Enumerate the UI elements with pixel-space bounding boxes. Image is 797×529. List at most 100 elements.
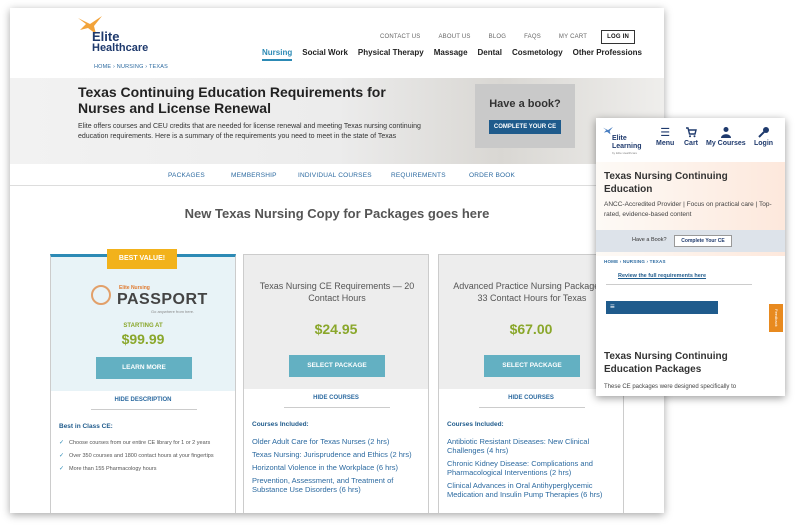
- hide-courses-toggle[interactable]: HIDE COURSES: [244, 395, 428, 401]
- course-link[interactable]: Horizontal Violence in the Workplace (6 …: [252, 463, 424, 472]
- have-a-book-box: Have a book? COMPLETE YOUR CE: [475, 84, 575, 148]
- package-title: Advanced Practice Nursing Package — 33 C…: [453, 281, 611, 303]
- have-a-book-text: Have a Book?: [632, 237, 667, 243]
- mobile-menu-button[interactable]: ☰ Menu: [656, 126, 674, 147]
- mobile-my-courses-button[interactable]: My Courses: [706, 126, 746, 147]
- header: Elite Healthcare CONTACT US ABOUT US BLO…: [10, 8, 664, 78]
- have-a-book-text: Have a book?: [489, 98, 561, 110]
- menu-icon: ☰: [660, 127, 671, 139]
- mobile-book-bar: Have a Book? Complete Your CE: [596, 230, 785, 252]
- breadcrumb[interactable]: HOME › NURSING › TEXAS: [94, 64, 168, 70]
- mobile-header: Elite Learning by Elite Healthcare ☰ Men…: [596, 118, 785, 162]
- divider: [284, 407, 390, 408]
- utility-nav: CONTACT US ABOUT US BLOG FAQS MY CART LO…: [362, 30, 635, 44]
- subnav-packages[interactable]: PACKAGES: [168, 172, 205, 179]
- hamburger-icon: ≡: [610, 302, 615, 311]
- passport-price: $99.99: [121, 331, 165, 347]
- logo-line-2: Healthcare: [92, 42, 149, 54]
- mobile-login-button[interactable]: Login: [754, 126, 773, 147]
- page-title: Texas Continuing Education Requirements …: [78, 84, 386, 116]
- divider: [91, 409, 197, 410]
- subnav-order-book[interactable]: ORDER BOOK: [469, 172, 515, 179]
- logo-line-3: by Elite Healthcare: [612, 151, 638, 155]
- hide-description-toggle[interactable]: HIDE DESCRIPTION: [51, 397, 235, 403]
- mobile-page-title: Texas Nursing Continuing Education: [604, 171, 728, 195]
- section-nav: PACKAGES MEMBERSHIP INDIVIDUAL COURSES R…: [10, 164, 664, 186]
- subnav-membership[interactable]: MEMBERSHIP: [231, 172, 277, 179]
- nav-cosmetology[interactable]: Cosmetology: [512, 48, 563, 61]
- section-menu-toggle[interactable]: ≡: [606, 301, 718, 314]
- elite-healthcare-logo[interactable]: Elite Healthcare: [76, 14, 166, 58]
- courses-included-heading: Courses Included:: [447, 421, 504, 428]
- course-link[interactable]: Prevention, Assessment, and Treatment of…: [252, 476, 424, 494]
- util-blog[interactable]: BLOG: [489, 34, 506, 40]
- passport-card: Elite Nursing PASSPORT Go anywhere from …: [50, 254, 236, 513]
- login-label: Login: [754, 140, 774, 147]
- nav-massage[interactable]: Massage: [434, 48, 468, 61]
- menu-label: Menu: [656, 140, 675, 147]
- divider: [479, 407, 585, 408]
- mobile-breadcrumb[interactable]: HOME › NURSING › TEXAS: [604, 259, 666, 264]
- course-list: Antibiotic Resistant Diseases: New Clini…: [447, 437, 619, 503]
- divider: [606, 284, 752, 285]
- feature-item: More than 155 Pharmacology hours: [59, 465, 231, 474]
- cart-label: Cart: [684, 140, 699, 147]
- subnav-requirements[interactable]: REQUIREMENTS: [391, 172, 446, 179]
- key-icon: [754, 126, 773, 140]
- passport-features: Choose courses from our entire CE librar…: [59, 439, 231, 478]
- nav-nursing[interactable]: Nursing: [262, 48, 293, 61]
- course-list: Older Adult Care for Texas Nurses (2 hrs…: [252, 437, 424, 498]
- mobile-subtitle: ANCC-Accredited Provider | Focus on prac…: [604, 201, 772, 218]
- packages-heading: New Texas Nursing Copy for Packages goes…: [184, 206, 490, 221]
- subnav-individual-courses[interactable]: INDIVIDUAL COURSES: [298, 172, 372, 179]
- complete-your-ce-button[interactable]: Complete Your CE: [674, 235, 732, 247]
- util-faqs[interactable]: FAQS: [524, 34, 541, 40]
- best-value-ribbon: BEST VALUE!: [107, 249, 177, 269]
- passport-brand-big: PASSPORT: [117, 291, 208, 308]
- logo-line-1: Elite: [612, 135, 627, 142]
- select-package-button[interactable]: SELECT PACKAGE: [484, 355, 580, 377]
- my-courses-label: My Courses: [706, 140, 746, 147]
- course-link[interactable]: Older Adult Care for Texas Nurses (2 hrs…: [252, 437, 424, 446]
- review-requirements-link[interactable]: Review the full requirements here: [618, 273, 706, 279]
- nav-social-work[interactable]: Social Work: [302, 48, 348, 61]
- login-button[interactable]: LOG IN: [601, 30, 635, 44]
- feedback-tab[interactable]: Feedback: [769, 304, 783, 332]
- packages-heading: Texas Nursing Continuing Education Packa…: [604, 351, 728, 375]
- nav-other-professions[interactable]: Other Professions: [573, 48, 642, 61]
- package-price: $24.95: [314, 321, 358, 337]
- packages-intro: These CE packages were designed specific…: [604, 384, 737, 390]
- texas-ce-package-card: Texas Nursing CE Requirements — 20 Conta…: [243, 254, 429, 513]
- main-nav: Nursing Social Work Physical Therapy Mas…: [252, 48, 642, 61]
- logo-line-2: Learning: [612, 143, 642, 150]
- courses-included-heading: Courses Included:: [252, 421, 309, 428]
- mobile-hero: Texas Nursing Continuing Education ANCC-…: [596, 162, 785, 256]
- util-about-us[interactable]: ABOUT US: [438, 34, 470, 40]
- best-in-class-heading: Best in Class CE:: [59, 423, 113, 430]
- passport-emblem-icon: [91, 285, 111, 305]
- starting-at-label: STARTING AT: [123, 323, 163, 329]
- user-icon: [706, 126, 746, 140]
- hero-banner: Texas Continuing Education Requirements …: [10, 78, 664, 164]
- feature-item: Choose courses from our entire CE librar…: [59, 439, 231, 448]
- cart-icon: [684, 126, 698, 140]
- nav-physical-therapy[interactable]: Physical Therapy: [358, 48, 424, 61]
- util-contact-us[interactable]: CONTACT US: [380, 34, 420, 40]
- feature-item: Over 350 courses and 1800 contact hours …: [59, 452, 231, 461]
- mobile-cart-button[interactable]: Cart: [684, 126, 698, 147]
- select-package-button[interactable]: SELECT PACKAGE: [289, 355, 385, 377]
- course-link[interactable]: Texas Nursing: Jurisprudence and Ethics …: [252, 450, 424, 459]
- course-link[interactable]: Chronic Kidney Disease: Complications an…: [447, 459, 619, 477]
- course-link[interactable]: Antibiotic Resistant Diseases: New Clini…: [447, 437, 619, 455]
- learn-more-button[interactable]: LEARN MORE: [96, 357, 192, 379]
- mobile-page: Elite Learning by Elite Healthcare ☰ Men…: [596, 118, 785, 396]
- util-my-cart[interactable]: MY CART: [559, 34, 587, 40]
- hero-description: Elite offers courses and CEU credits tha…: [78, 123, 421, 140]
- package-title: Texas Nursing CE Requirements — 20 Conta…: [259, 281, 415, 303]
- course-link[interactable]: Clinical Advances in Oral Antihyperglyce…: [447, 481, 619, 499]
- nav-dental[interactable]: Dental: [478, 48, 502, 61]
- desktop-page: Elite Healthcare CONTACT US ABOUT US BLO…: [10, 8, 664, 513]
- elite-learning-logo[interactable]: Elite Learning by Elite Healthcare: [602, 126, 642, 156]
- complete-your-ce-button[interactable]: COMPLETE YOUR CE: [489, 120, 561, 134]
- passport-tagline: Go anywhere from here.: [151, 309, 195, 314]
